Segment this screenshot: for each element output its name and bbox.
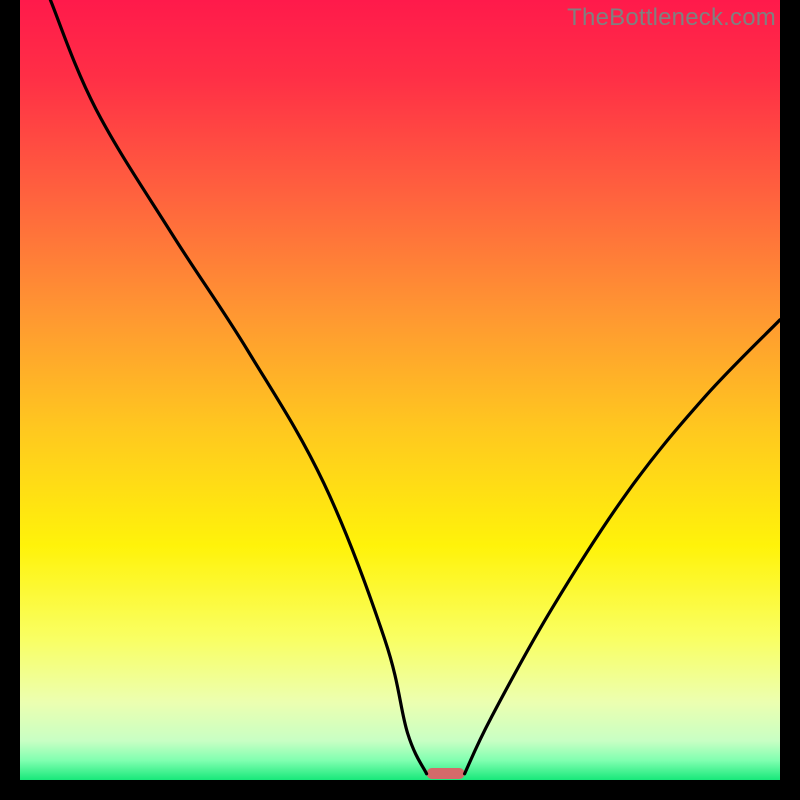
watermark-text: TheBottleneck.com: [567, 4, 776, 32]
chart-frame: TheBottleneck.com: [0, 0, 800, 800]
chart-svg: [20, 0, 780, 780]
optimum-marker: [427, 768, 465, 779]
plot-area: [20, 0, 780, 780]
gradient-background: [20, 0, 780, 780]
